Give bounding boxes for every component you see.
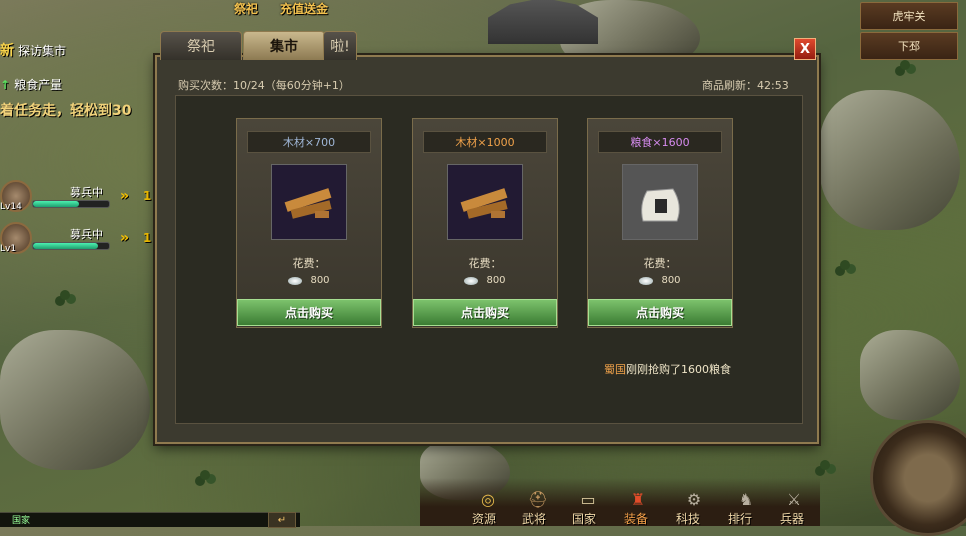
nav-ranking[interactable]: 排行 [728,510,752,527]
scroll-icon[interactable]: ▭ [574,486,602,512]
buy-button[interactable]: 点击购买 [588,299,732,326]
armor-icon[interactable]: ♜ [624,486,652,512]
map-rock [0,330,150,470]
nav-equipment[interactable]: 装备 [624,510,648,527]
market-item-card: 粮食×1600 花费： 800 [587,118,733,328]
ranking-icon[interactable]: ♞ [732,486,760,512]
purchase-count-info: 购买次数：10/24（每60分钟+1） [178,79,350,92]
arrow-up-icon: ↑ [0,77,11,92]
general-slot[interactable]: Lv14 募兵中 » 1 [0,180,152,216]
recruit-progress-bar [32,242,110,250]
nav-technology[interactable]: 科技 [676,510,700,527]
item-name: 木材×1000 [423,131,547,153]
map-tree [200,470,210,480]
general-status: 募兵中 [70,186,103,199]
chat-input-bar[interactable] [0,512,300,527]
nav-generals[interactable]: 武将 [522,510,546,527]
close-button[interactable]: X [794,38,816,60]
general-level: Lv1 [0,244,17,254]
quest-item-visit-market[interactable]: 新 探访集市 [0,40,66,60]
nav-weapons[interactable]: 兵器 [780,510,804,527]
location-hulaoguan-button[interactable]: 虎牢关 [860,2,958,30]
map-rock [860,330,960,420]
map-tree [60,290,70,300]
tab-market[interactable]: 集市 [243,31,325,60]
event-recharge[interactable]: 充值送金 [280,0,328,18]
refresh-timer: 商品刷新：42:53 [702,79,789,92]
speedup-count: 1 [143,189,152,203]
item-name: 粮食×1600 [598,131,722,153]
notice-text: 刚刚抢购了1600粮食 [626,363,731,376]
progress-fill [33,243,98,249]
cost-row: 800 [413,275,557,286]
new-badge-icon: 新 [0,43,14,59]
general-slot[interactable]: Lv1 募兵中 » 1 [0,222,152,258]
nav-country[interactable]: 国家 [572,510,596,527]
market-item-card: 木材×1000 花费： 800 [412,118,558,328]
buy-button[interactable]: 点击购买 [237,299,381,326]
speedup-count: 1 [143,231,152,245]
quest-tip-text: 着任务走，轻松到30 [0,103,132,119]
silver-icon [639,276,654,285]
coin-icon[interactable]: ◎ [474,486,502,512]
silver-icon [464,276,479,285]
purchase-notice: 蜀国刚刚抢购了1600粮食 [604,361,731,377]
recruit-progress-bar [32,200,110,208]
helmet-icon[interactable]: ⛑ [524,486,552,512]
quest-label: 探访集市 [18,43,67,58]
wood-icon [447,164,523,240]
speedup-arrow-icon[interactable]: » [120,230,129,246]
silver-icon [288,276,303,285]
buy-button[interactable]: 点击购买 [413,299,557,326]
speedup-arrow-icon[interactable]: » [120,188,129,204]
cost-label: 花费： [292,257,326,270]
notice-player-name: 蜀国 [604,363,626,376]
map-rock [820,90,960,230]
item-name: 木材×700 [247,131,371,153]
nav-resources[interactable]: 资源 [472,510,496,527]
quest-label: 粮食产量 [14,78,63,92]
map-tree [840,260,850,270]
map-tree [820,460,830,470]
general-status: 募兵中 [70,228,103,241]
cost-label: 花费： [468,257,502,270]
cost-value: 800 [661,275,681,286]
cost-row: 800 [588,275,732,286]
quest-item-food-output[interactable]: ↑ 粮食产量 [0,76,62,93]
cost-label: 花费： [643,257,677,270]
market-item-card: 木材×700 花费： 800 [236,118,382,328]
map-tree [900,60,910,70]
minimap-compass[interactable] [870,420,966,536]
tab-sacrifice[interactable]: 祭祀 [160,31,242,60]
wood-icon [271,164,347,240]
grain-bag-icon [622,164,698,240]
progress-fill [33,201,79,207]
weapon-icon[interactable]: ⚔ [780,486,808,512]
tab-partial[interactable]: 啦! [323,31,357,60]
location-xiapi-button[interactable]: 下邳 [860,32,958,60]
cost-value: 800 [310,275,330,286]
general-level: Lv14 [0,202,22,212]
cost-value: 800 [486,275,506,286]
gear-icon[interactable]: ⚙ [680,486,708,512]
event-sacrifice[interactable]: 祭祀 [234,0,258,18]
chat-channel-tag[interactable]: 国家 [12,513,30,526]
cost-row: 800 [237,275,381,286]
